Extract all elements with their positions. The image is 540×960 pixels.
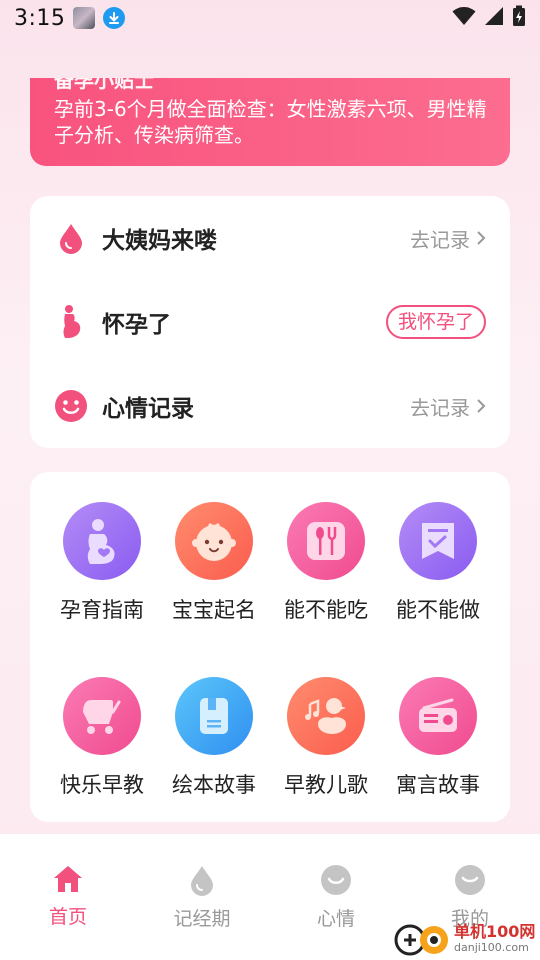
go-record-link[interactable]: 去记录 [410, 224, 486, 253]
watermark-main: 单机100网 [454, 921, 536, 941]
status-time: 3:15 [14, 5, 66, 31]
radio-icon [399, 677, 477, 755]
tool-label: 能不能做 [396, 598, 480, 622]
tool-pregnancy-guide[interactable]: 孕育指南 [46, 502, 158, 624]
chevron-right-icon [477, 399, 486, 413]
duck-music-icon [287, 677, 365, 755]
record-label: 心情记录 [102, 396, 194, 422]
tool-label: 快乐早教 [60, 773, 144, 797]
go-record-label: 去记录 [410, 395, 470, 420]
tab-label: 心情 [316, 908, 355, 930]
tool-early-education[interactable]: 快乐早教 [46, 677, 158, 799]
tool-label: 能不能吃 [284, 598, 368, 622]
tool-label: 寓言故事 [396, 773, 480, 797]
record-label: 大姨妈来喽 [102, 228, 217, 254]
tab-label: 首页 [48, 906, 87, 928]
tool-baby-naming[interactable]: 宝宝起名 [158, 502, 270, 624]
tool-picture-books[interactable]: 绘本故事 [158, 677, 270, 799]
record-row-mood[interactable]: 心情记录 去记录 [30, 364, 510, 448]
book-icon [175, 677, 253, 755]
smile-icon [54, 389, 88, 423]
download-icon [103, 7, 126, 29]
record-card: 大姨妈来喽 去记录 怀孕了 我怀孕了 心情记录 去记录 [30, 196, 510, 448]
checklist-icon [399, 502, 477, 580]
record-row-pregnant[interactable]: 怀孕了 我怀孕了 [30, 280, 510, 364]
chevron-right-icon [477, 231, 486, 245]
pregnant-icon [54, 305, 88, 339]
tab-mood[interactable]: 心情 [286, 864, 386, 931]
drop-icon [191, 866, 213, 896]
notification-avatar-icon [73, 7, 96, 29]
watermark-logo-icon [392, 918, 452, 958]
tool-label: 绘本故事 [172, 773, 256, 797]
pregnancy-tip-card[interactable]: 备孕小贴士 孕前3-6个月做全面检查：女性激素六项、男性精子分析、传染病筛查。 [30, 78, 510, 166]
record-row-period[interactable]: 大姨妈来喽 去记录 [30, 196, 510, 280]
home-icon [54, 866, 82, 892]
tab-label: 记经期 [173, 908, 231, 930]
tool-label: 早教儿歌 [284, 773, 368, 797]
watermark-sub: danji100.com [454, 940, 529, 954]
tab-period-record[interactable]: 记经期 [152, 864, 252, 931]
tool-fables[interactable]: 寓言故事 [382, 677, 494, 799]
pregnancy-guide-icon [63, 502, 141, 580]
baby-face-icon [175, 502, 253, 580]
site-watermark: 单机100网 danji100.com [392, 916, 540, 960]
tools-card: 孕育指南 宝宝起名 能不能吃 能不能做 快乐早教 绘本故事 早教儿歌 寓言故事 [30, 472, 510, 822]
drop-icon [54, 221, 88, 255]
smile-icon [321, 865, 351, 895]
go-record-link[interactable]: 去记录 [410, 392, 486, 421]
tip-title: 备孕小贴士 [54, 78, 154, 92]
tool-nursery-rhymes[interactable]: 早教儿歌 [270, 677, 382, 799]
signal-icon [484, 6, 504, 30]
i-am-pregnant-button[interactable]: 我怀孕了 [385, 305, 486, 339]
tool-can-do[interactable]: 能不能做 [382, 502, 494, 624]
cutlery-icon [287, 502, 365, 580]
status-bar: 3:15 [0, 0, 540, 36]
go-record-label: 去记录 [410, 227, 470, 252]
tool-can-eat[interactable]: 能不能吃 [270, 502, 382, 624]
tool-label: 孕育指南 [60, 598, 144, 622]
battery-icon [512, 5, 526, 31]
tab-home[interactable]: 首页 [18, 864, 118, 929]
tip-text: 孕前3-6个月做全面检查：女性激素六项、男性精子分析、传染病筛查。 [54, 97, 487, 147]
stroller-icon [63, 677, 141, 755]
record-label: 怀孕了 [102, 312, 171, 338]
profile-icon [455, 865, 485, 895]
wifi-icon [452, 6, 476, 30]
tool-label: 宝宝起名 [172, 598, 256, 622]
